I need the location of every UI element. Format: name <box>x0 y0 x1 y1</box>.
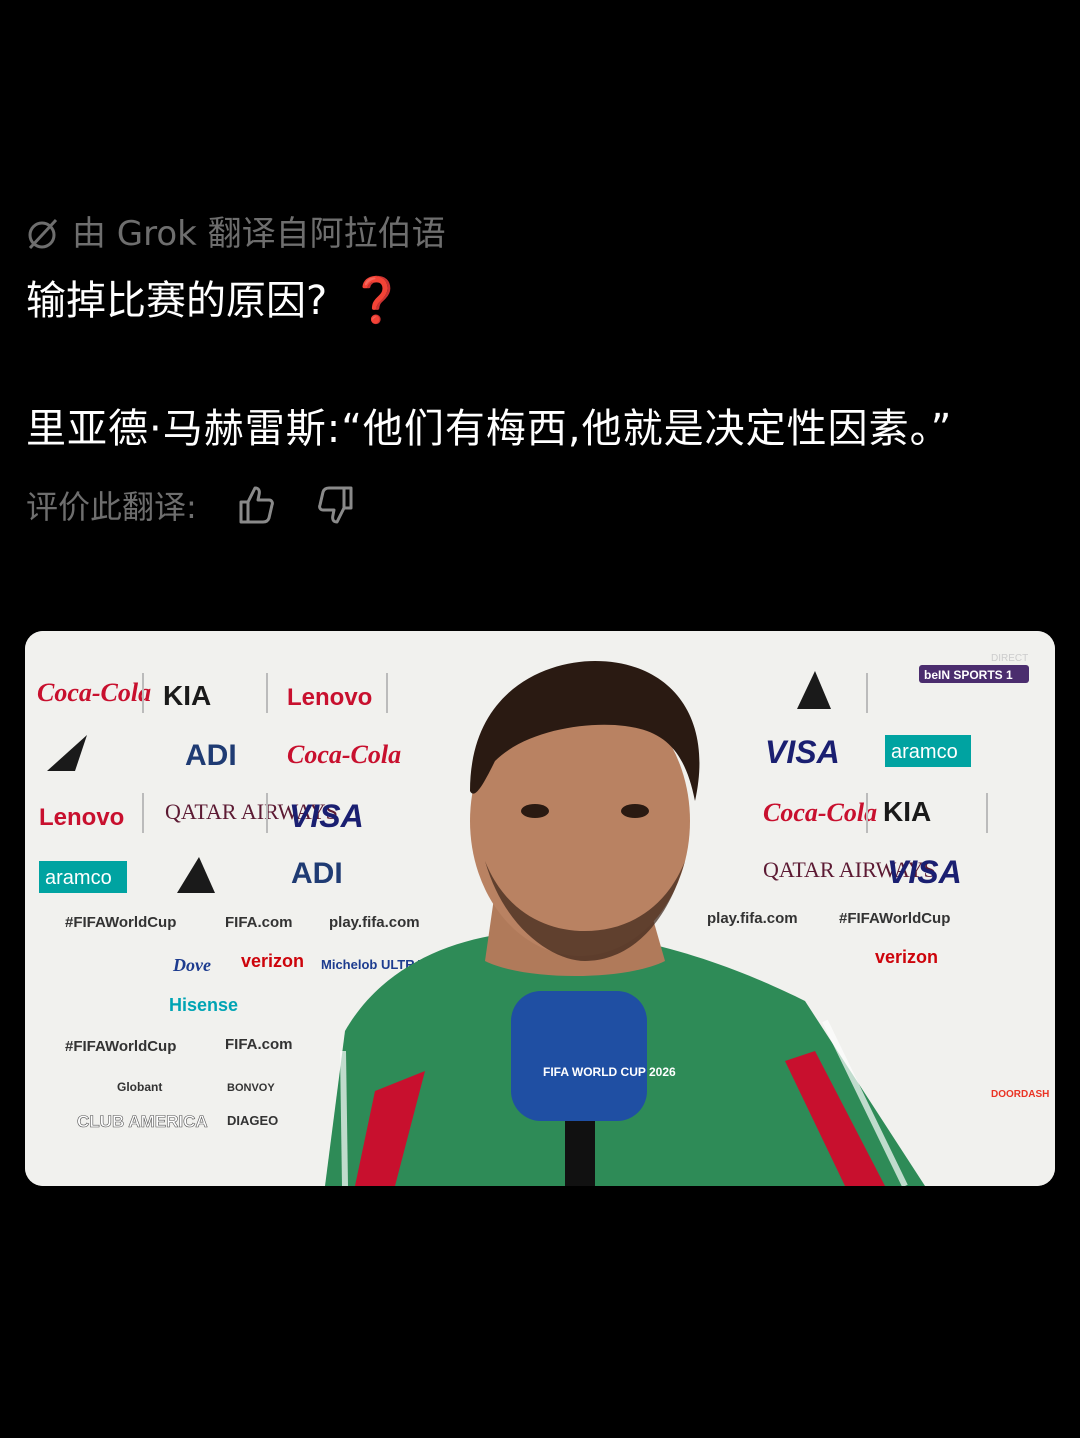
post-line-1: 输掉比赛的原因? ❓ <box>26 274 1054 328</box>
sponsor-aramco-2: aramco <box>891 741 958 763</box>
translation-meta-text: 由 Grok 翻译自阿拉伯语 <box>72 214 446 254</box>
rate-translation: 评价此翻译: <box>26 482 1054 528</box>
thumbs-down-icon[interactable] <box>315 484 357 526</box>
sponsor-lenovo-2: Lenovo <box>39 804 124 831</box>
post-content: 由 Grok 翻译自阿拉伯语 输掉比赛的原因? ❓ 里亚德·马赫雷斯:“他们有梅… <box>26 210 1054 528</box>
watermark-text: CLUB AMERICA <box>77 1112 208 1131</box>
sponsor-visa: VISA <box>289 798 364 834</box>
sponsor-visa-3: VISA <box>887 854 962 890</box>
broadcaster-label: beIN SPORTS 1 <box>924 668 1013 682</box>
sponsor-dove: Dove <box>172 955 211 975</box>
post-quote: 里亚德·马赫雷斯:“他们有梅西,他就是决定性因素。” <box>26 406 953 452</box>
sponsor-doordash: DOORDASH <box>991 1089 1049 1100</box>
grok-icon <box>28 218 58 250</box>
site2-text-2: play.fifa.com <box>707 910 798 927</box>
sponsor-kia: KIA <box>163 680 211 711</box>
sponsor-hisense: Hisense <box>169 995 238 1015</box>
microphone-text: FIFA WORLD CUP 2026 <box>543 1065 676 1079</box>
sponsor-lenovo: Lenovo <box>287 684 372 711</box>
sponsor-verizon-2: verizon <box>875 947 938 967</box>
sponsor-bonvoy: BONVOY <box>227 1082 275 1094</box>
thumbs-up-icon[interactable] <box>235 484 277 526</box>
sponsor-cocacola-3: Coca-Cola <box>763 798 877 827</box>
interview-scene: Coca-Cola Coca-Cola Coca-Cola KIA KIA Le… <box>25 631 1055 1186</box>
sponsor-adi-2: ADI <box>291 857 343 890</box>
sponsor-verizon: verizon <box>241 951 304 971</box>
hashtag-text-3: #FIFAWorldCup <box>65 1038 176 1055</box>
hashtag-text: #FIFAWorldCup <box>65 914 176 931</box>
site2-text: play.fifa.com <box>329 914 420 931</box>
sponsor-kia-2: KIA <box>883 796 931 827</box>
sponsor-diageo: DIAGEO <box>227 1113 278 1128</box>
sponsor-cocacola-2: Coca-Cola <box>287 740 401 769</box>
sponsor-adi: ADI <box>185 739 237 772</box>
sponsor-aramco: aramco <box>45 867 112 889</box>
question-emoji-icon: ❓ <box>349 275 405 326</box>
live-label: DIRECT <box>991 653 1028 664</box>
hashtag-text-2: #FIFAWorldCup <box>839 910 950 927</box>
video-thumbnail[interactable]: Coca-Cola Coca-Cola Coca-Cola KIA KIA Le… <box>25 631 1055 1186</box>
site1-text: FIFA.com <box>225 914 293 931</box>
rate-label: 评价此翻译: <box>26 488 197 526</box>
post-question: 输掉比赛的原因? <box>26 278 328 324</box>
site1-text-2: FIFA.com <box>225 1036 293 1053</box>
microphone-flag <box>511 991 647 1121</box>
translation-meta: 由 Grok 翻译自阿拉伯语 <box>26 210 1054 258</box>
sponsor-cocacola: Coca-Cola <box>37 678 151 707</box>
sponsor-globant: Globant <box>117 1080 162 1094</box>
sponsor-visa-2: VISA <box>765 734 840 770</box>
